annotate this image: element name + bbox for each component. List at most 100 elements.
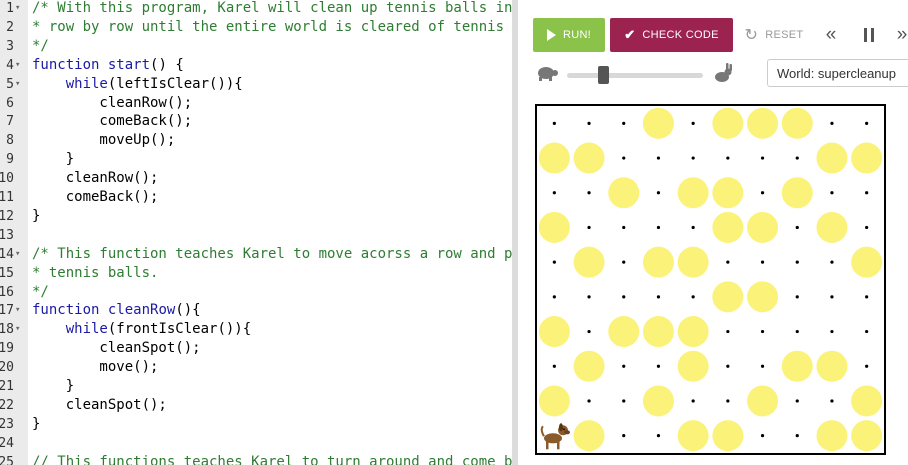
speed-slider-handle[interactable] [598,66,609,84]
line-number: 8 [6,133,14,149]
grid-dot [622,225,626,230]
grid-dot [830,121,834,125]
grid-dot [587,295,591,299]
grid-dot [726,329,730,334]
code-line[interactable]: 17 ▾ function cleanRow(){ [0,301,512,320]
code-line[interactable]: 7 comeBack(); [0,112,512,131]
code-text: } [32,207,41,224]
line-number: 1 [6,1,14,16]
code-line[interactable]: 21 } [0,377,512,396]
fold-arrow-icon[interactable]: ▾ [15,75,25,94]
code-line[interactable]: 18 ▾ while(frontIsClear()){ [0,320,512,339]
grid-dot [622,399,626,403]
fold-arrow-icon[interactable]: ▾ [15,301,25,320]
line-number: 2 [6,19,14,35]
grid-dot [865,191,869,195]
code-line[interactable]: 3 */ [0,37,512,56]
grid-dot [760,364,765,368]
code-line[interactable]: 2 * row by row until the entire world is … [0,18,512,37]
grid-dot [726,156,730,160]
code-line[interactable]: 10 cleanRow(); [0,169,512,188]
code-text: function start() { [32,56,184,73]
tennis-ball [677,246,709,278]
code-text: */ [32,283,49,300]
code-line[interactable]: 19 cleanSpot(); [0,339,512,358]
tennis-ball [747,211,779,243]
code-line[interactable]: 12} [0,207,512,226]
grid-dot [830,399,834,403]
reset-icon: ↻ [744,27,759,44]
tennis-ball [573,350,605,382]
tennis-ball [712,281,744,313]
tennis-ball [538,211,570,243]
code-text: /* This function teaches Karel to move a… [32,245,512,262]
grid-dot [587,121,591,125]
run-label: RUN! [562,29,592,41]
line-number: 16 [0,284,14,300]
line-number: 4 [6,57,14,73]
line-number: 23 [0,416,14,432]
pane-divider[interactable] [512,0,518,465]
grid-dot [656,191,661,195]
tennis-ball [642,246,674,278]
tennis-ball [712,177,744,209]
check-code-button[interactable]: ✔ CHECK CODE [610,18,733,52]
run-button[interactable]: RUN! [533,18,605,52]
code-line[interactable]: 4 ▾ function start() { [0,56,512,75]
line-number: 11 [0,190,14,205]
code-line[interactable]: 13 [0,226,512,245]
line-number: 6 [6,95,14,111]
grid-dot [865,295,869,299]
code-line[interactable]: 22 cleanSpot(); [0,396,512,415]
code-line[interactable]: 5 ▾ while(leftIsClear()){ [0,75,512,94]
code-line[interactable]: 24 [0,434,512,453]
checkmark-icon: ✔ [624,27,636,42]
tennis-ball [538,316,570,348]
world-select-dropdown[interactable]: World: supercleanup [767,59,908,87]
grid-dot [656,225,661,230]
rewind-icon[interactable]: « [818,18,844,52]
code-line[interactable]: 6 cleanRow(); [0,94,512,113]
pause-icon[interactable] [856,18,882,52]
line-number: 24 [0,435,14,451]
grid-dot [830,295,834,299]
fold-arrow-icon[interactable]: ▾ [15,56,25,75]
grid-dot [865,225,869,230]
code-text: comeBack(); [32,189,159,205]
turtle-icon [538,67,558,81]
code-line[interactable]: 23} [0,415,512,434]
line-number: 20 [0,360,14,376]
code-line[interactable]: 8 moveUp(); [0,131,512,150]
grid-dot [795,295,799,299]
fold-arrow-icon[interactable]: ▾ [15,0,25,18]
code-line[interactable]: 11 comeBack(); [0,188,512,207]
code-line[interactable]: 14 ▾ /* This function teaches Karel to mov… [0,245,512,264]
tennis-ball [781,107,813,139]
code-line[interactable]: 15 * tennis balls. [0,264,512,283]
code-line[interactable]: 20 move(); [0,358,512,377]
step-forward-icon[interactable]: » [889,18,908,52]
code-line[interactable]: 1 ▾ /* With this program, Karel will clean… [0,0,512,18]
line-number: 13 [0,227,14,243]
code-text: cleanRow(); [32,94,193,111]
fold-arrow-icon[interactable]: ▾ [15,245,25,264]
code-line[interactable]: 16 */ [0,283,512,302]
code-line[interactable]: 25 // This functions teaches Karel to tur… [0,453,512,465]
code-line[interactable]: 9 } [0,150,512,169]
grid-dot [622,260,626,264]
tennis-ball [642,316,674,348]
tennis-ball [781,177,813,209]
code-text: while(frontIsClear()){ [65,321,252,338]
grid-dot [760,260,765,264]
code-text: } [32,415,41,432]
code-text: while(leftIsClear()){ [65,75,243,92]
grid-dot [795,399,799,403]
grid-dot [622,156,626,160]
fold-arrow-icon[interactable]: ▾ [15,320,25,339]
speed-slider-track[interactable] [567,73,703,78]
line-number: 19 [0,341,14,357]
reset-button[interactable]: ↻ RESET [744,18,804,52]
code-editor[interactable]: 1 ▾/* With this program, Karel will clean… [0,0,512,465]
grid-dot [691,295,695,299]
grid-dot [726,399,730,403]
